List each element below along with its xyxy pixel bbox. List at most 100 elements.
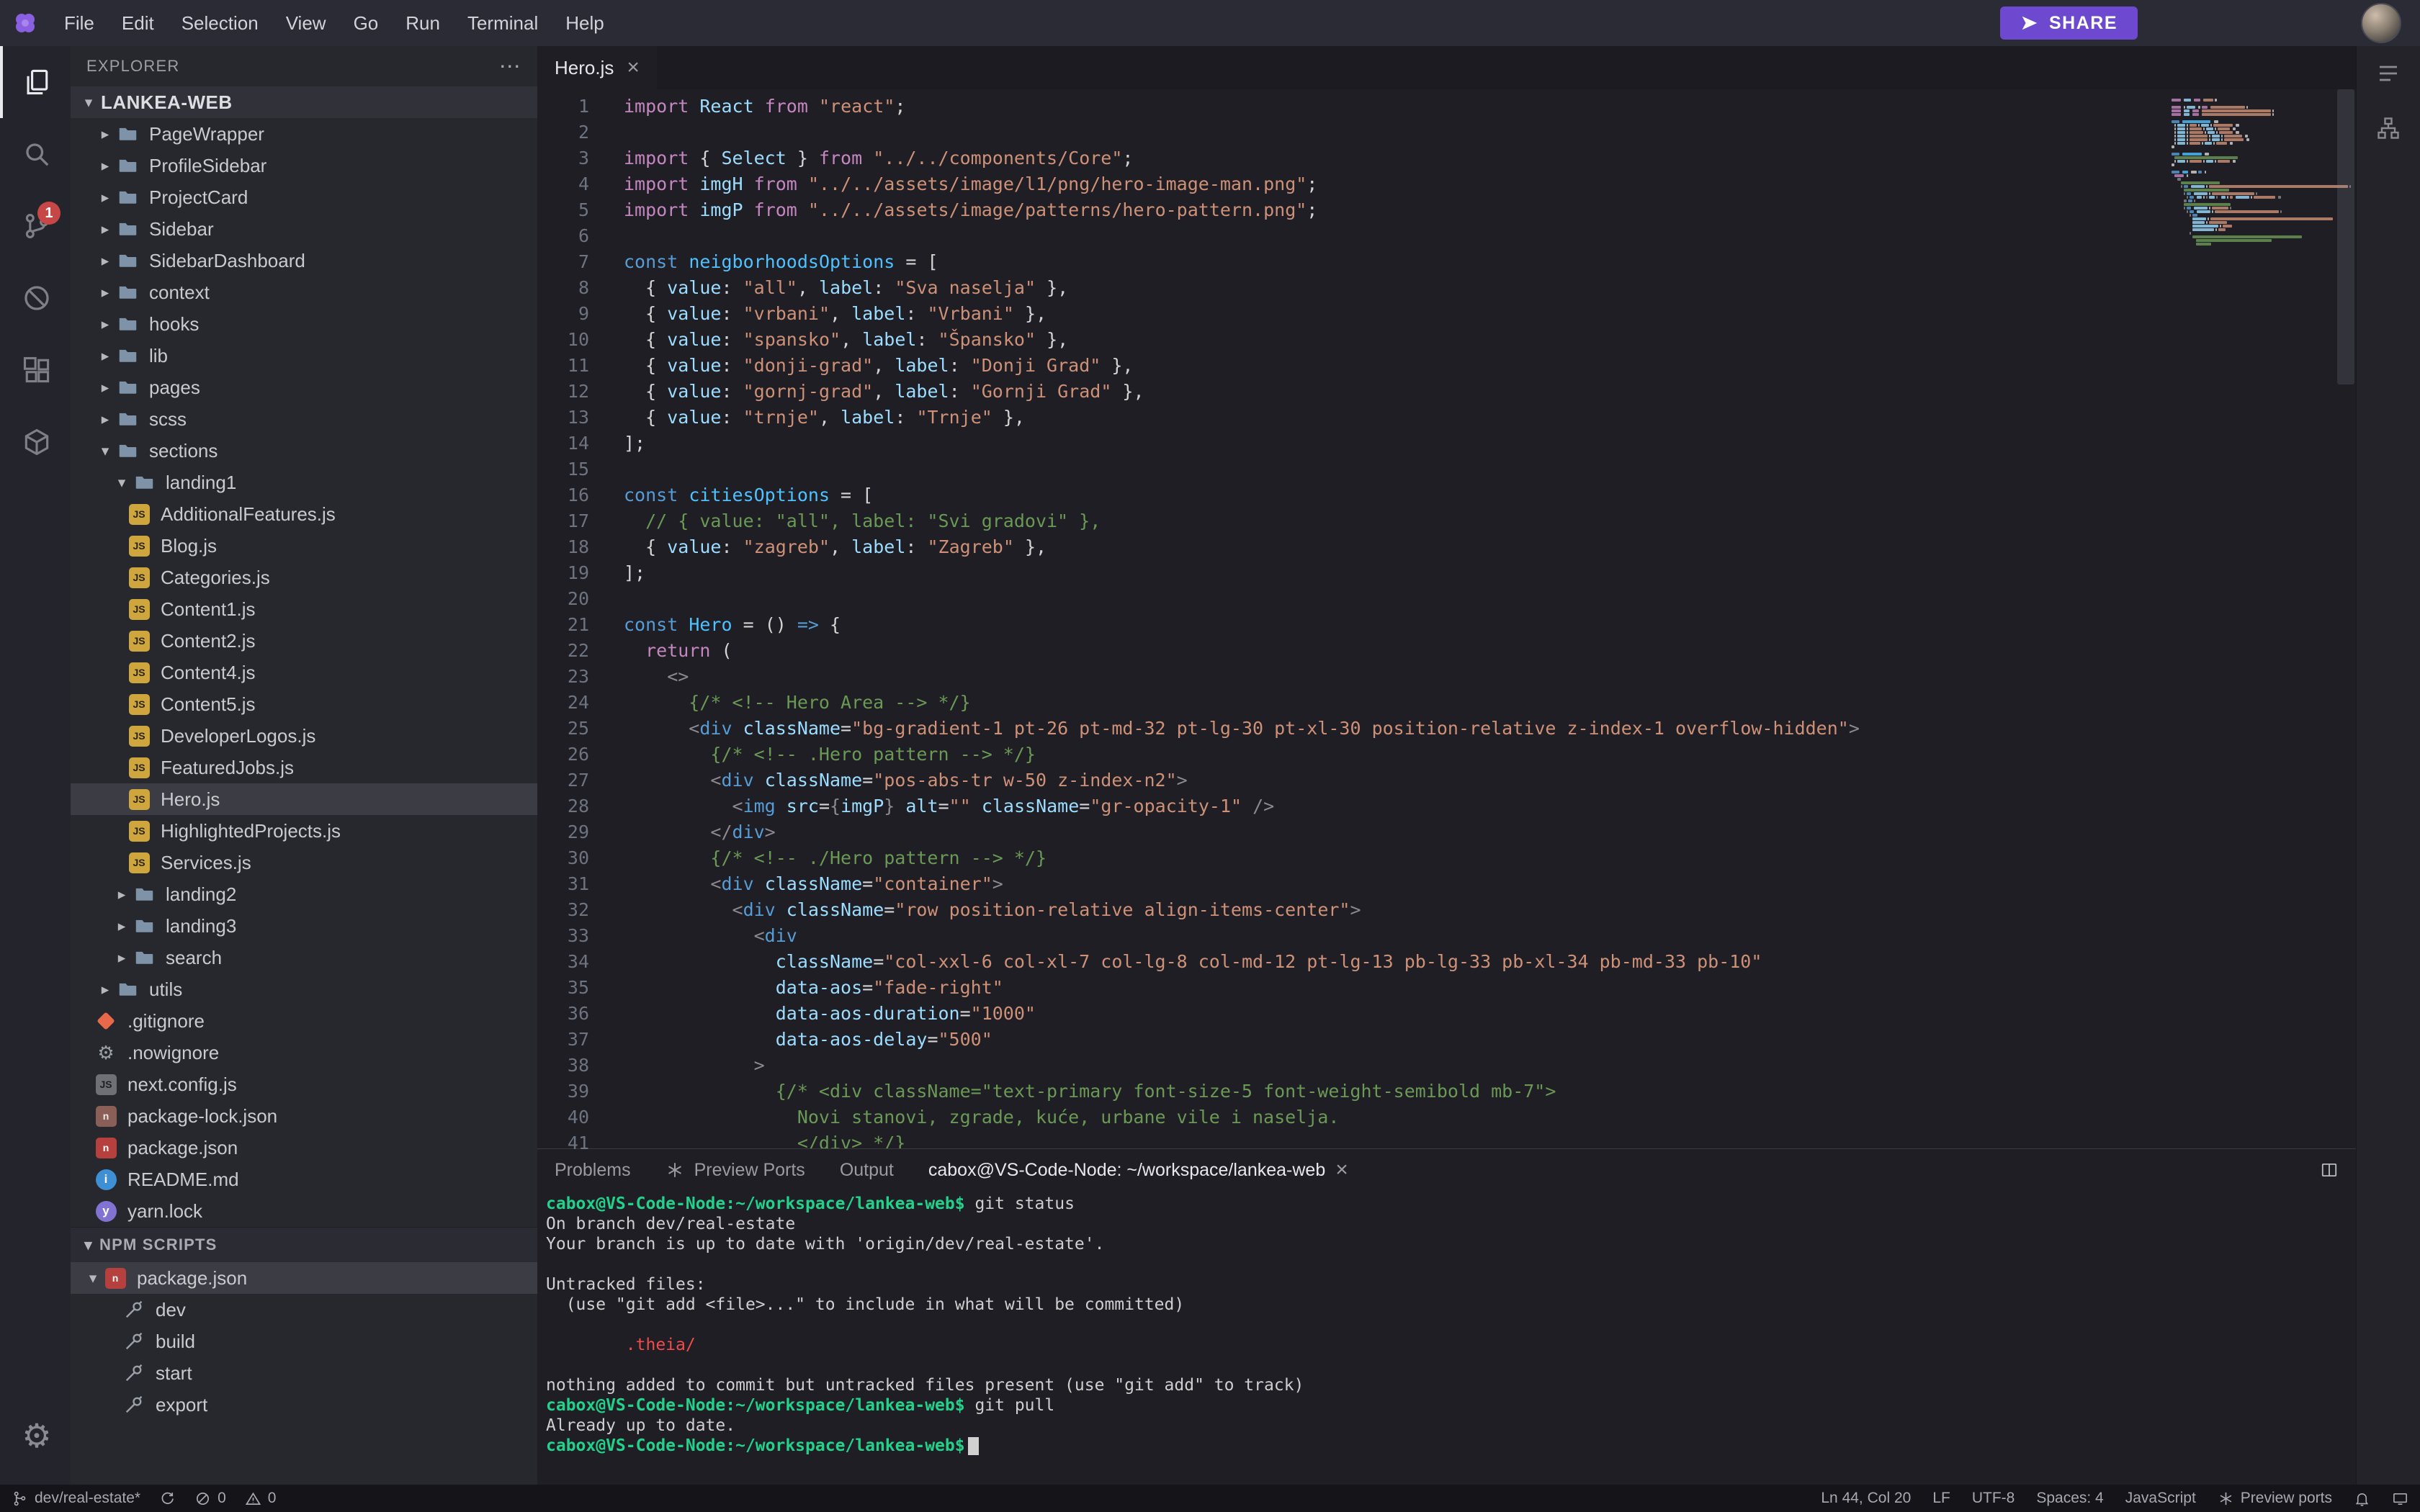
tree-item-sections[interactable]: ▾sections xyxy=(71,435,537,467)
terminal[interactable]: cabox@VS-Code-Node:~/workspace/lankea-we… xyxy=(537,1191,2356,1485)
status-errors[interactable]: 0 xyxy=(194,1490,226,1507)
tree-item-FeaturedJobs.js[interactable]: JSFeaturedJobs.js xyxy=(71,752,537,783)
menu-selection[interactable]: Selection xyxy=(168,0,272,46)
tree-item-utils[interactable]: ▸utils xyxy=(71,973,537,1005)
tree-item-HighlightedProjects.js[interactable]: JSHighlightedProjects.js xyxy=(71,815,537,847)
file-icon: ⚙ xyxy=(94,1043,117,1062)
status-sync[interactable] xyxy=(159,1490,176,1507)
tree-item-label: landing2 xyxy=(166,883,236,906)
tree-item-Hero.js[interactable]: JSHero.js xyxy=(71,783,537,815)
chevron-right-icon: ▸ xyxy=(94,284,116,302)
tree-item-PageWrapper[interactable]: ▸PageWrapper xyxy=(71,118,537,150)
tree-item-ProjectCard[interactable]: ▸ProjectCard xyxy=(71,181,537,213)
tree-item-landing1[interactable]: ▾landing1 xyxy=(71,467,537,498)
tree-item-scss[interactable]: ▸scss xyxy=(71,403,537,435)
tree-item-Categories.js[interactable]: JSCategories.js xyxy=(71,562,537,593)
tree-item-landing3[interactable]: ▸landing3 xyxy=(71,910,537,942)
activity-containers[interactable] xyxy=(0,406,71,478)
chevron-right-icon: ▸ xyxy=(111,949,133,967)
menu-file[interactable]: File xyxy=(50,0,108,46)
status-warnings[interactable]: 0 xyxy=(245,1490,277,1507)
tree-item-package-lock.json[interactable]: npackage-lock.json xyxy=(71,1100,537,1132)
tree-item-Blog.js[interactable]: JSBlog.js xyxy=(71,530,537,562)
menu-edit[interactable]: Edit xyxy=(108,0,168,46)
tree-item-pages[interactable]: ▸pages xyxy=(71,372,537,403)
tree-item-README.md[interactable]: iREADME.md xyxy=(71,1164,537,1195)
npm-script-dev[interactable]: dev xyxy=(71,1294,537,1326)
more-actions-icon[interactable]: ⋯ xyxy=(499,54,521,79)
editor-scrollbar[interactable] xyxy=(2337,89,2354,384)
chevron-right-icon: ▸ xyxy=(111,886,133,904)
status-line-col[interactable]: Ln 44, Col 20 xyxy=(1821,1490,1911,1507)
tree-item-context[interactable]: ▸context xyxy=(71,276,537,308)
activity-source-control[interactable]: 1 xyxy=(0,190,71,262)
panel-tab-output[interactable]: Output xyxy=(840,1160,894,1181)
tree-item-LANKEA-WEB[interactable]: ▾LANKEA-WEB xyxy=(71,86,537,118)
tree-item-ProfileSidebar[interactable]: ▸ProfileSidebar xyxy=(71,150,537,181)
menu-go[interactable]: Go xyxy=(340,0,393,46)
jsdim-file-icon: JS xyxy=(96,1074,117,1095)
tree-item-label: README.md xyxy=(127,1169,239,1191)
status-preview-ports[interactable]: Preview ports xyxy=(2218,1490,2332,1507)
tree-item-hooks[interactable]: ▸hooks xyxy=(71,308,537,340)
tree-item-Content1.js[interactable]: JSContent1.js xyxy=(71,593,537,625)
close-icon[interactable]: × xyxy=(1335,1159,1348,1181)
npm-script-package.json[interactable]: ▾npackage.json xyxy=(71,1262,537,1294)
tree-item-Content5.js[interactable]: JSContent5.js xyxy=(71,688,537,720)
npm-script-export[interactable]: export xyxy=(71,1389,537,1421)
status-language[interactable]: JavaScript xyxy=(2125,1490,2196,1507)
tree-item-DeveloperLogos.js[interactable]: JSDeveloperLogos.js xyxy=(71,720,537,752)
file-icon: JS xyxy=(127,536,151,557)
npm-script-start[interactable]: start xyxy=(71,1357,537,1389)
npm-scripts-header[interactable]: ▾ NPM SCRIPTS xyxy=(71,1227,537,1262)
tree-item-label: hooks xyxy=(149,313,199,336)
panel-tab-problems[interactable]: Problems xyxy=(555,1160,631,1181)
tree-item-.gitignore[interactable]: .gitignore xyxy=(71,1005,537,1037)
tree-item-.nowignore[interactable]: ⚙.nowignore xyxy=(71,1037,537,1068)
tree-item-landing2[interactable]: ▸ landing2 xyxy=(71,878,537,910)
tree-item-Content4.js[interactable]: JSContent4.js xyxy=(71,657,537,688)
tree-item-AdditionalFeatures.js[interactable]: JSAdditionalFeatures.js xyxy=(71,498,537,530)
activity-settings[interactable]: ⚙ xyxy=(0,1400,71,1472)
activity-explorer[interactable] xyxy=(0,46,71,118)
status-eol[interactable]: LF xyxy=(1932,1490,1950,1507)
activity-search[interactable] xyxy=(0,118,71,190)
split-panel-button[interactable] xyxy=(2320,1161,2339,1179)
share-button[interactable]: SHARE xyxy=(2000,6,2138,40)
status-encoding[interactable]: UTF-8 xyxy=(1972,1490,2015,1507)
menu-terminal[interactable]: Terminal xyxy=(454,0,552,46)
code-content: import React from "react"; import { Sele… xyxy=(624,89,2356,1148)
panel-tab-preview-ports[interactable]: Preview Ports xyxy=(666,1160,805,1181)
npm-script-build[interactable]: build xyxy=(71,1326,537,1357)
tree-item-next.config.js[interactable]: JSnext.config.js xyxy=(71,1068,537,1100)
tab-Hero.js[interactable]: Hero.js× xyxy=(537,46,657,89)
code-editor[interactable]: 1234567891011121314151617181920212223242… xyxy=(537,89,2356,1148)
status-indentation[interactable]: Spaces: 4 xyxy=(2036,1490,2103,1507)
code-line: const Hero = () => { xyxy=(624,612,2356,638)
activity-run-debug[interactable] xyxy=(0,262,71,334)
tree-item-Sidebar[interactable]: ▸Sidebar xyxy=(71,213,537,245)
status-notifications[interactable] xyxy=(2354,1490,2370,1507)
menu-help[interactable]: Help xyxy=(552,0,617,46)
tree-item-lib[interactable]: ▸lib xyxy=(71,340,537,372)
status-preview-screen[interactable] xyxy=(2392,1490,2408,1507)
status-branch[interactable]: dev/real-estate* xyxy=(12,1490,140,1507)
activity-extensions[interactable] xyxy=(0,334,71,406)
user-avatar[interactable] xyxy=(2361,3,2401,43)
tree-item-Content2.js[interactable]: JSContent2.js xyxy=(71,625,537,657)
panel-tab-cabox-vs-code-node-workspace-lankea-web[interactable]: cabox@VS-Code-Node: ~/workspace/lankea-w… xyxy=(928,1159,1348,1181)
menu-run[interactable]: Run xyxy=(392,0,454,46)
right-org-chart[interactable] xyxy=(2375,115,2401,141)
tree-item-label: landing3 xyxy=(166,915,236,937)
right-outline[interactable] xyxy=(2375,60,2401,86)
screen-icon xyxy=(2392,1490,2408,1507)
minimap[interactable] xyxy=(2172,98,2330,246)
tree-item-Services.js[interactable]: JSServices.js xyxy=(71,847,537,878)
tree-item-search[interactable]: ▸search xyxy=(71,942,537,973)
tree-item-yarn.lock[interactable]: yyarn.lock xyxy=(71,1195,537,1227)
menu-view[interactable]: View xyxy=(272,0,340,46)
close-icon[interactable]: × xyxy=(627,57,640,78)
tree-item-SidebarDashboard[interactable]: ▸SidebarDashboard xyxy=(71,245,537,276)
tree-item-label: FeaturedJobs.js xyxy=(161,757,294,779)
tree-item-package.json[interactable]: npackage.json xyxy=(71,1132,537,1164)
